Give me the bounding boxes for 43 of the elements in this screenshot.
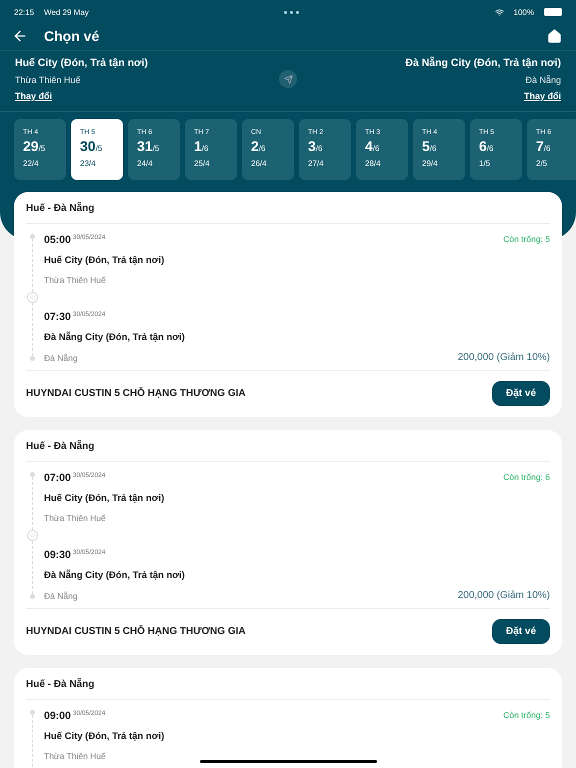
stop-name: Đà Nẵng City (Đón, Trả tận nơi)	[44, 332, 186, 343]
destination-name: Đà Nẵng City (Đón, Trả tận nơi)	[405, 57, 561, 69]
change-link[interactable]: Thay đổi	[524, 91, 561, 101]
seats-available: Còn trống: 6	[503, 472, 550, 482]
back-icon[interactable]	[12, 28, 28, 44]
home-icon[interactable]	[547, 28, 562, 44]
status-date: Wed 29 May	[44, 8, 89, 16]
stop-name: Huế City (Đón, Trả tận nơi)	[44, 493, 166, 504]
stop-name: Huế City (Đón, Trả tận nơi)	[44, 255, 166, 266]
departure-time: 07:30	[44, 311, 71, 323]
stop-region: Đà Nẵng	[44, 591, 78, 601]
departure-time: 07:00	[44, 472, 71, 484]
book-button[interactable]: Đặt vé	[492, 619, 550, 644]
ticket-price: 200,000 (Giảm 10%)	[458, 352, 550, 363]
vehicle-type: HUYNDAI CUSTIN 5 CHỖ HẠNG THƯƠNG GIA	[26, 626, 247, 637]
trip-route: Huế - Đà Nẵng	[26, 430, 550, 462]
wifi-icon	[494, 8, 504, 16]
multitask-dots	[284, 10, 300, 14]
stop-region: Thừa Thiên Huế	[44, 513, 107, 523]
origin-region: Thừa Thiên Huế	[15, 75, 80, 85]
trip-route: Huế - Đà Nẵng	[26, 668, 550, 700]
change-link[interactable]: Thay đổi	[15, 91, 52, 101]
departure-time: 09:30	[44, 549, 71, 561]
book-button[interactable]: Đặt vé	[492, 381, 550, 406]
page-title: Chọn vé	[44, 28, 100, 44]
seats-available: Còn trống: 5	[503, 710, 550, 720]
battery-icon	[544, 8, 562, 16]
stop-name: Đà Nẵng City (Đón, Trả tận nơi)	[44, 570, 186, 581]
ticket-price: 200,000 (Giảm 10%)	[458, 590, 550, 601]
stop-region: Thừa Thiên Huế	[44, 751, 107, 761]
stop-region: Thừa Thiên Huế	[44, 275, 107, 285]
trip-route: Huế - Đà Nẵng	[26, 192, 550, 224]
departure-time: 09:00	[44, 710, 71, 722]
status-time: 22:15	[14, 8, 34, 16]
stop-name: Huế City (Đón, Trả tận nơi)	[44, 731, 166, 742]
seats-available: Còn trống: 5	[503, 234, 550, 244]
send-icon[interactable]	[279, 70, 297, 88]
departure-time: 05:00	[44, 234, 71, 246]
origin-name: Huế City (Đón, Trả tận nơi)	[15, 57, 148, 69]
vehicle-type: HUYNDAI CUSTIN 5 CHỖ HẠNG THƯƠNG GIA	[26, 388, 247, 399]
destination-region: Đà Nẵng	[525, 75, 561, 85]
battery-level: 100%	[514, 8, 534, 16]
stop-region: Đà Nẵng	[44, 353, 78, 363]
